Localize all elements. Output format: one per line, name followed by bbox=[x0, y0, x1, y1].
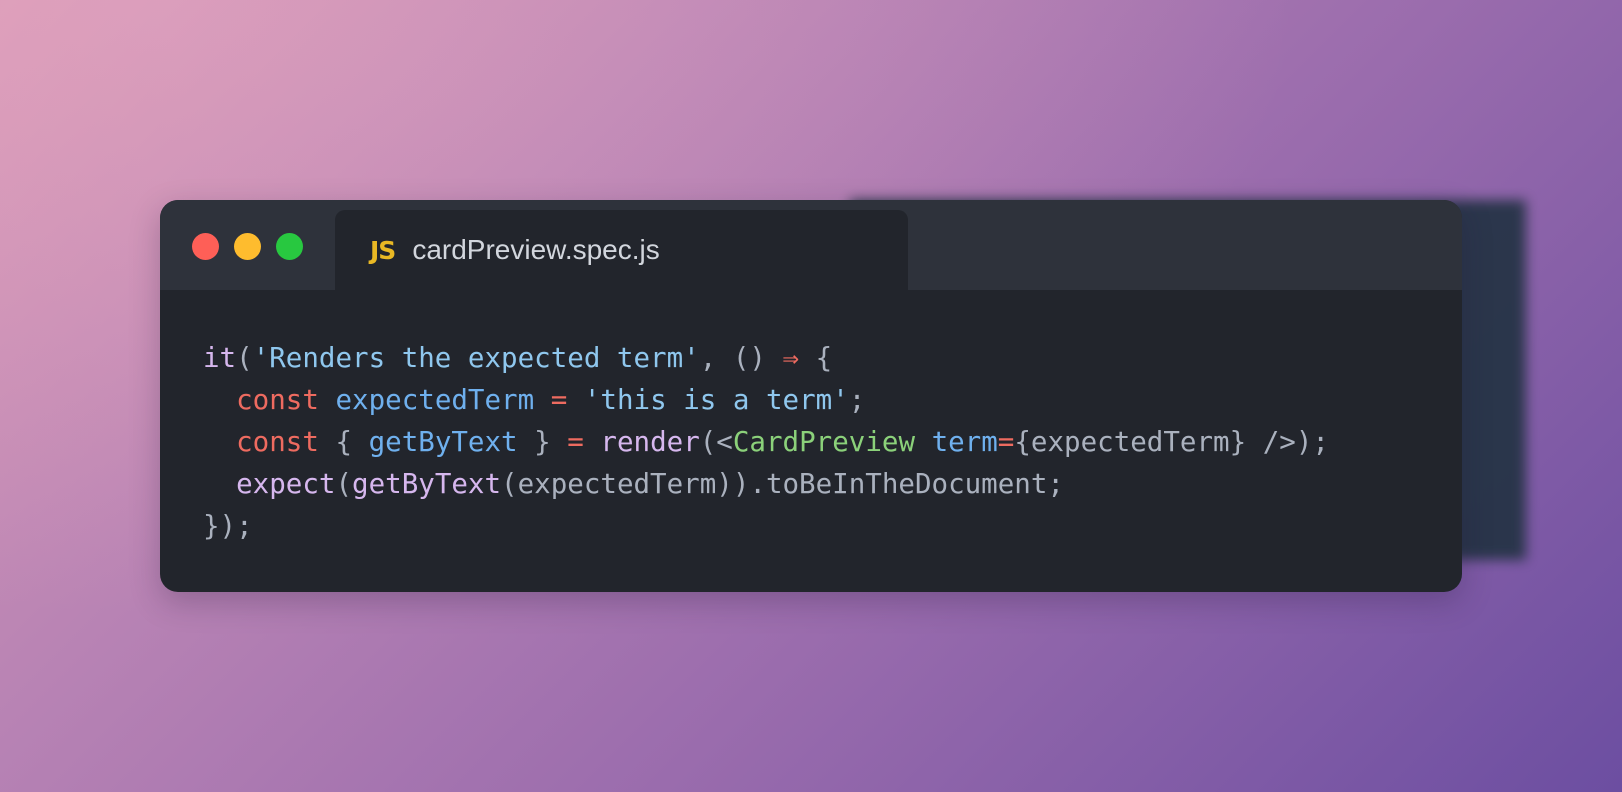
code-editor[interactable]: it('Renders the expected term', () ⇒ { c… bbox=[203, 337, 1329, 547]
code-window: JS cardPreview.spec.js it('Renders the e… bbox=[160, 200, 1462, 592]
code-token: (< bbox=[699, 426, 733, 458]
code-token: const bbox=[236, 384, 319, 416]
code-token: expect bbox=[236, 468, 336, 500]
code-token: {expectedTerm} bbox=[1014, 426, 1263, 458]
code-token: }); bbox=[203, 510, 253, 542]
code-token: = bbox=[550, 384, 568, 416]
code-token: const bbox=[236, 426, 319, 458]
file-tab-label: cardPreview.spec.js bbox=[412, 234, 660, 265]
zoom-button[interactable] bbox=[276, 233, 303, 260]
code-token: ( bbox=[236, 342, 253, 374]
code-token: it bbox=[203, 342, 237, 374]
code-line: expect(getByText(expectedTerm)).toBeInTh… bbox=[203, 463, 1329, 505]
code-line: }); bbox=[203, 505, 1329, 547]
code-token: getByText bbox=[352, 468, 502, 500]
code-token: ); bbox=[1295, 426, 1329, 458]
code-token: ⇒ bbox=[782, 342, 800, 374]
js-file-icon: JS bbox=[370, 235, 396, 265]
code-line: const expectedTerm = 'this is a term'; bbox=[203, 379, 1329, 421]
code-token: ( bbox=[335, 468, 353, 500]
code-token: 'Renders the expected term' bbox=[252, 342, 700, 374]
code-token: (expectedTerm)).toBeInTheDocument; bbox=[501, 468, 1064, 500]
code-token: } bbox=[517, 426, 568, 458]
code-token: , () bbox=[699, 342, 783, 374]
code-token: expectedTerm bbox=[335, 384, 535, 416]
minimize-button[interactable] bbox=[234, 233, 261, 260]
file-tab[interactable]: JS cardPreview.spec.js bbox=[335, 210, 908, 290]
code-token: = bbox=[567, 426, 584, 458]
code-line: const { getByText } = render(<CardPrevie… bbox=[203, 421, 1329, 463]
code-token: ; bbox=[848, 384, 866, 416]
code-token: /> bbox=[1262, 426, 1296, 458]
code-token: 'this is a term' bbox=[583, 384, 849, 416]
code-token: render bbox=[600, 426, 700, 458]
code-token: { bbox=[318, 426, 369, 458]
code-token: CardPreview bbox=[732, 426, 915, 458]
code-token: = bbox=[997, 426, 1015, 458]
code-token: term bbox=[931, 426, 998, 458]
traffic-lights bbox=[192, 233, 303, 260]
code-token: getByText bbox=[368, 426, 518, 458]
close-button[interactable] bbox=[192, 233, 219, 260]
code-token: { bbox=[799, 342, 833, 374]
code-line: it('Renders the expected term', () ⇒ { bbox=[203, 337, 1329, 379]
title-bar: JS cardPreview.spec.js bbox=[160, 200, 1462, 290]
